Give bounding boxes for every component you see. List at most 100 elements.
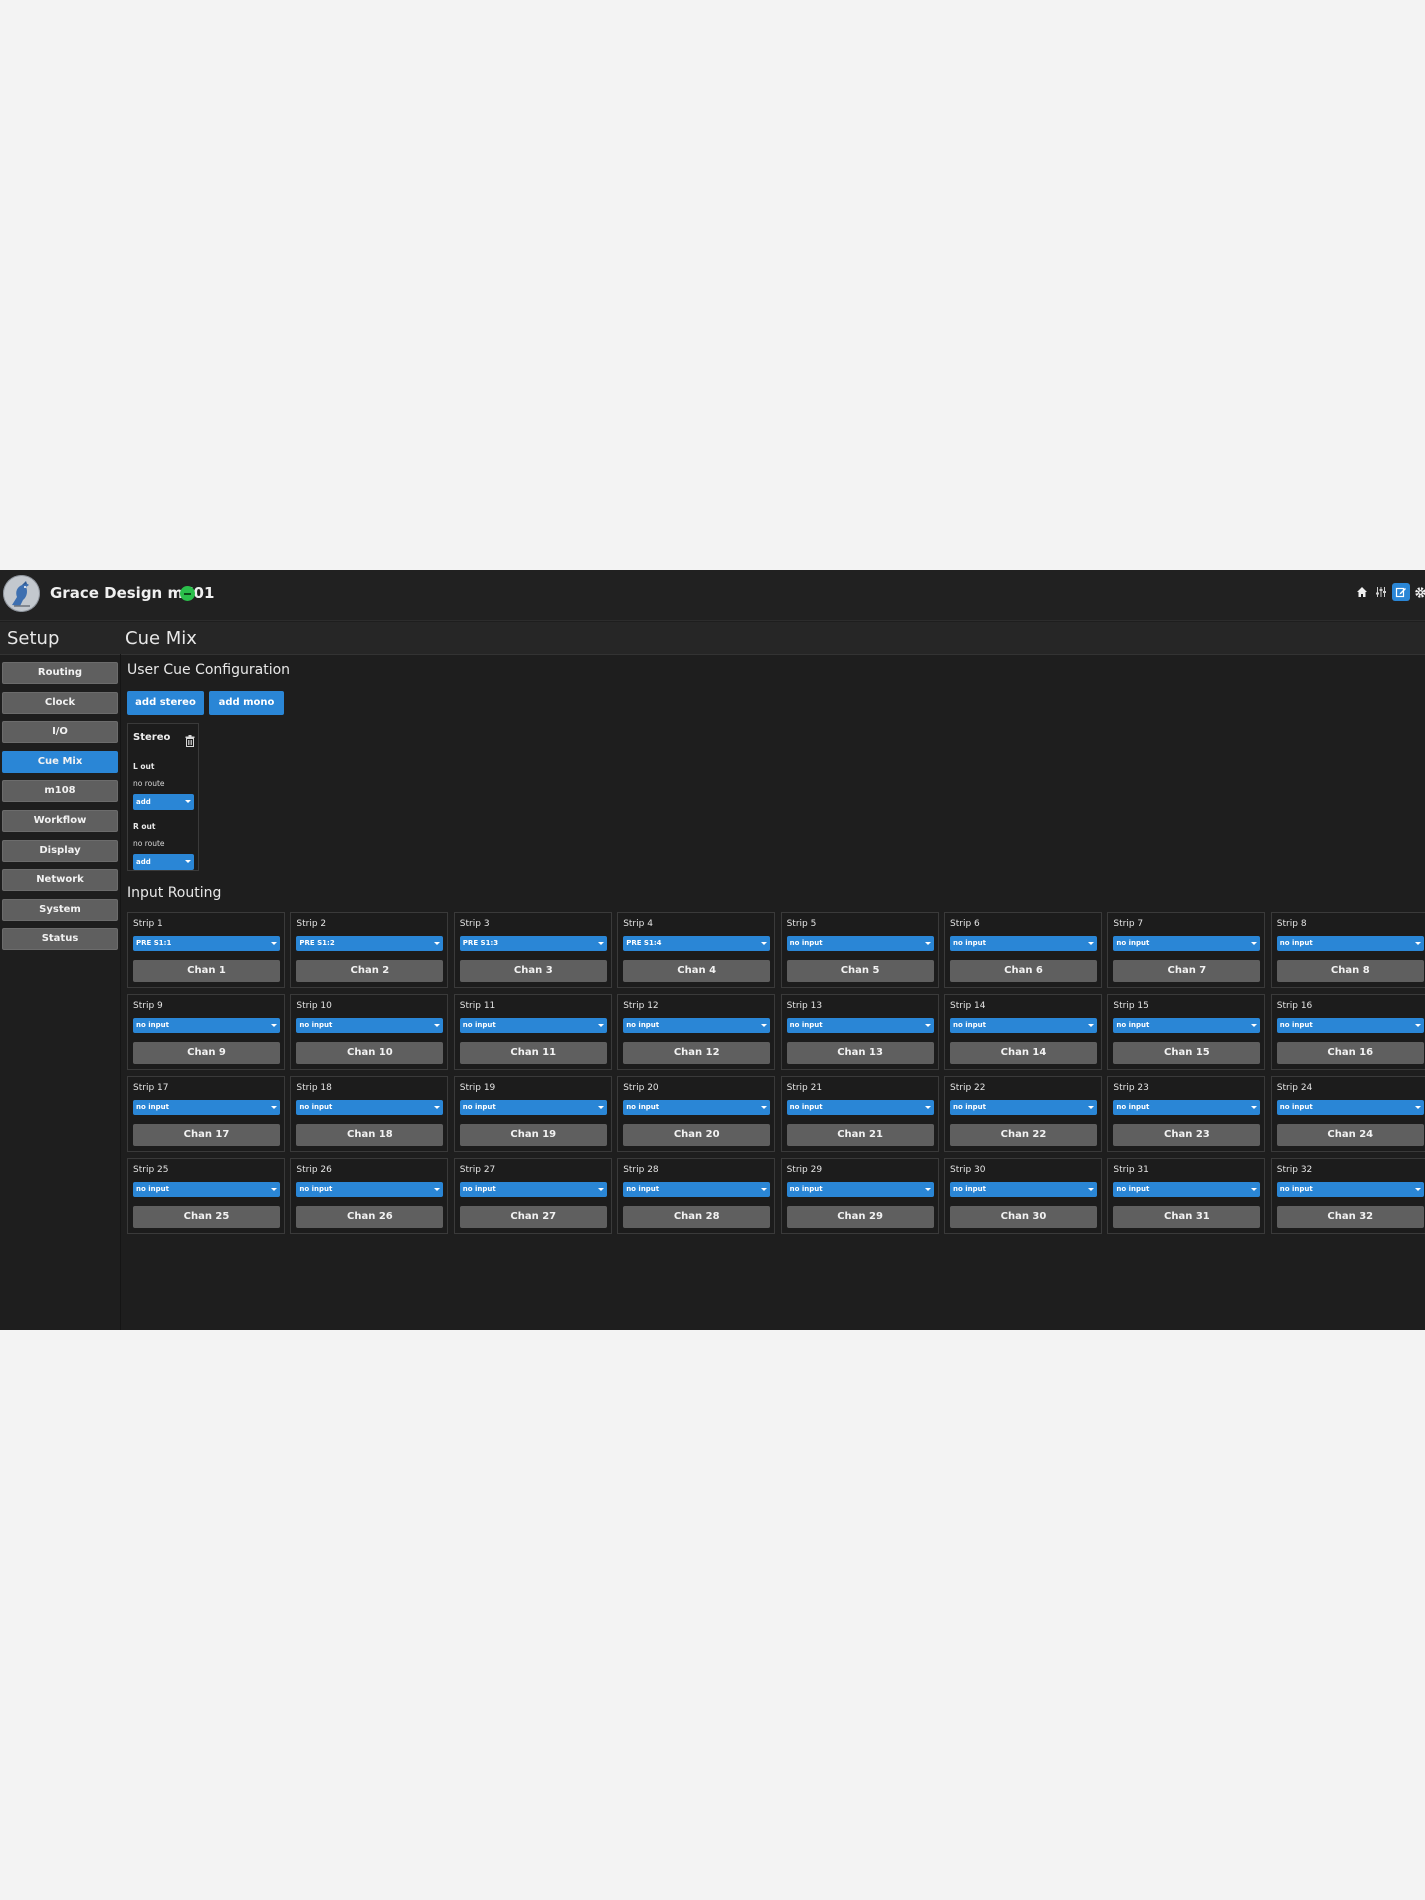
- input-strip: Strip 13 no input Chan 13: [780, 994, 939, 1070]
- strip-channel-button[interactable]: Chan 4: [623, 960, 771, 982]
- sidebar-item-cue-mix[interactable]: Cue Mix: [2, 750, 118, 773]
- strip-input-select[interactable]: no input: [1113, 1018, 1261, 1033]
- strip-input-select[interactable]: PRE S1:2: [296, 936, 444, 951]
- strip-channel-button[interactable]: Chan 25: [133, 1206, 280, 1228]
- strip-channel-button[interactable]: Chan 1: [133, 960, 280, 982]
- cue-config-heading: User Cue Configuration: [127, 662, 291, 678]
- strip-channel-button[interactable]: Chan 13: [786, 1042, 934, 1064]
- chevron-down-icon: [1414, 1024, 1421, 1027]
- strip-input-select[interactable]: no input: [296, 1018, 444, 1033]
- trash-icon[interactable]: [185, 732, 195, 747]
- strip-channel-button[interactable]: Chan 28: [623, 1206, 771, 1228]
- strip-channel-button[interactable]: Chan 9: [133, 1042, 280, 1064]
- strip-input-select[interactable]: no input: [296, 1182, 444, 1197]
- strip-channel-button[interactable]: Chan 15: [1113, 1042, 1261, 1064]
- mixer-icon[interactable]: [1372, 583, 1390, 601]
- strip-channel-button[interactable]: Chan 18: [296, 1124, 444, 1146]
- strip-channel-button[interactable]: Chan 24: [1276, 1124, 1424, 1146]
- sidebar-item-io[interactable]: I/O: [2, 721, 118, 744]
- sidebar: Routing Clock I/O Cue Mix m108 Workflow …: [2, 662, 118, 958]
- strip-channel-button[interactable]: Chan 8: [1276, 960, 1424, 982]
- sidebar-item-status[interactable]: Status: [2, 928, 118, 951]
- sidebar-item-network[interactable]: Network: [2, 869, 118, 892]
- strip-channel-button[interactable]: Chan 30: [950, 1206, 1097, 1228]
- strip-input-select[interactable]: no input: [296, 1100, 444, 1115]
- strip-input-value: no input: [299, 1185, 333, 1193]
- r-out-add-select[interactable]: add: [133, 854, 194, 870]
- strip-input-select[interactable]: no input: [1276, 1100, 1424, 1115]
- strip-input-select[interactable]: no input: [786, 936, 934, 951]
- chevron-down-icon: [434, 942, 441, 945]
- strip-name: Strip 27: [459, 1165, 496, 1175]
- strip-channel-button[interactable]: Chan 3: [459, 960, 607, 982]
- strip-input-select[interactable]: PRE S1:4: [623, 936, 771, 951]
- input-strip: Strip 8 no input Chan 8: [1270, 912, 1425, 988]
- strip-input-select[interactable]: no input: [1113, 1182, 1261, 1197]
- strip-input-select[interactable]: no input: [786, 1018, 934, 1033]
- strip-input-select[interactable]: PRE S1:3: [459, 936, 607, 951]
- bird-logo-icon: [3, 575, 40, 612]
- strip-input-select[interactable]: no input: [623, 1100, 771, 1115]
- strip-channel-button[interactable]: Chan 14: [950, 1042, 1097, 1064]
- strip-input-select[interactable]: no input: [1276, 1182, 1424, 1197]
- strip-channel-button[interactable]: Chan 27: [459, 1206, 607, 1228]
- strip-input-select[interactable]: no input: [459, 1100, 607, 1115]
- strip-input-select[interactable]: no input: [1276, 936, 1424, 951]
- strip-input-value: no input: [953, 1185, 986, 1193]
- l-out-add-select[interactable]: add: [133, 794, 194, 810]
- strip-channel-button[interactable]: Chan 11: [459, 1042, 607, 1064]
- sidebar-title: Setup: [7, 628, 60, 649]
- strip-input-select[interactable]: no input: [459, 1182, 607, 1197]
- add-stereo-button[interactable]: add stereo: [127, 691, 204, 715]
- strip-input-select[interactable]: no input: [1113, 936, 1261, 951]
- gear-icon[interactable]: [1411, 583, 1425, 601]
- strip-input-select[interactable]: no input: [950, 1018, 1097, 1033]
- strip-channel-button[interactable]: Chan 17: [133, 1124, 280, 1146]
- sidebar-item-clock[interactable]: Clock: [2, 691, 118, 714]
- strip-channel-button[interactable]: Chan 6: [950, 960, 1097, 982]
- strip-input-select[interactable]: no input: [459, 1018, 607, 1033]
- strip-input-select[interactable]: no input: [623, 1182, 771, 1197]
- input-strip: Strip 12 no input Chan 12: [617, 994, 776, 1070]
- add-mono-button[interactable]: add mono: [209, 691, 284, 715]
- strip-input-select[interactable]: no input: [133, 1182, 280, 1197]
- strip-channel-button[interactable]: Chan 12: [623, 1042, 771, 1064]
- sidebar-item-m108[interactable]: m108: [2, 780, 118, 803]
- strip-input-select[interactable]: no input: [1113, 1100, 1261, 1115]
- strip-channel-button[interactable]: Chan 7: [1113, 960, 1261, 982]
- strip-input-select[interactable]: no input: [623, 1018, 771, 1033]
- strip-name: Strip 1: [133, 919, 163, 929]
- strip-channel-button[interactable]: Chan 19: [459, 1124, 607, 1146]
- strip-channel-button[interactable]: Chan 10: [296, 1042, 444, 1064]
- sidebar-item-workflow[interactable]: Workflow: [2, 809, 118, 832]
- strip-channel-button[interactable]: Chan 20: [623, 1124, 771, 1146]
- strip-channel-button[interactable]: Chan 29: [786, 1206, 934, 1228]
- strip-input-select[interactable]: no input: [133, 1100, 280, 1115]
- sidebar-item-display[interactable]: Display: [2, 839, 118, 862]
- sidebar-item-system[interactable]: System: [2, 898, 118, 921]
- strip-channel-button[interactable]: Chan 23: [1113, 1124, 1261, 1146]
- strip-input-select[interactable]: no input: [133, 1018, 280, 1033]
- strip-channel-button[interactable]: Chan 5: [786, 960, 934, 982]
- strip-channel-button[interactable]: Chan 26: [296, 1206, 444, 1228]
- edit-icon[interactable]: [1392, 583, 1410, 601]
- strip-channel-button[interactable]: Chan 22: [950, 1124, 1097, 1146]
- strip-name: Strip 7: [1113, 919, 1144, 929]
- home-icon[interactable]: [1353, 583, 1371, 601]
- sidebar-item-routing[interactable]: Routing: [2, 662, 118, 684]
- strip-input-select[interactable]: no input: [786, 1182, 934, 1197]
- strip-channel-button[interactable]: Chan 31: [1113, 1206, 1261, 1228]
- title-bar: Setup Cue Mix: [0, 622, 1425, 655]
- strip-input-select[interactable]: no input: [950, 1182, 1097, 1197]
- strip-channel-button[interactable]: Chan 2: [296, 960, 444, 982]
- strip-channel-button[interactable]: Chan 16: [1276, 1042, 1424, 1064]
- strip-channel-button[interactable]: Chan 21: [786, 1124, 934, 1146]
- strip-input-select[interactable]: no input: [786, 1100, 934, 1115]
- strip-name: Strip 28: [623, 1165, 659, 1175]
- strip-input-select[interactable]: no input: [950, 936, 1097, 951]
- strip-input-select[interactable]: no input: [950, 1100, 1097, 1115]
- strip-input-value: no input: [1279, 939, 1313, 947]
- strip-channel-button[interactable]: Chan 32: [1276, 1206, 1424, 1228]
- strip-input-select[interactable]: PRE S1:1: [133, 936, 280, 951]
- strip-input-select[interactable]: no input: [1276, 1018, 1424, 1033]
